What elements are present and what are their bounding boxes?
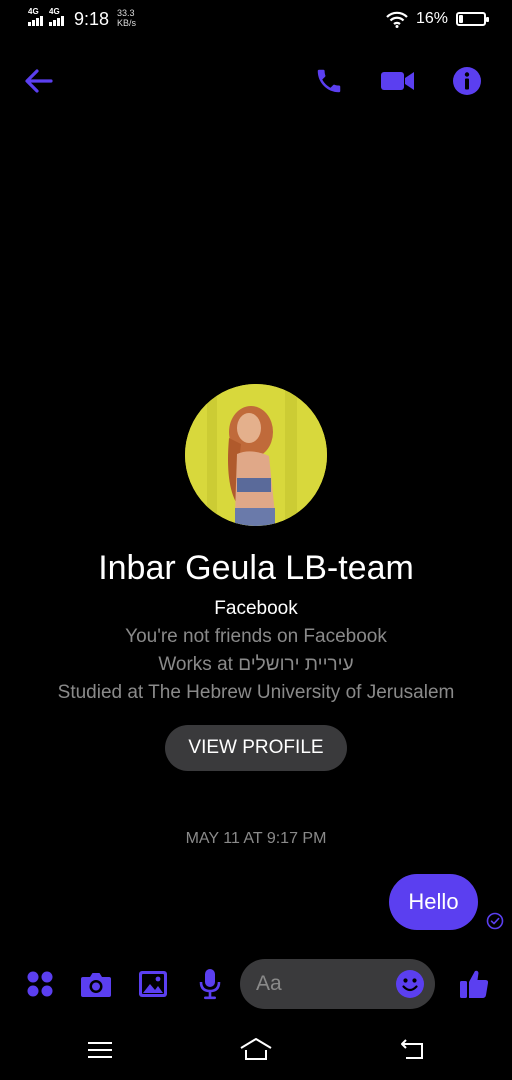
network-speed: 33.3 KB/s (117, 8, 136, 28)
camera-icon (81, 973, 111, 997)
sent-check-icon (486, 912, 504, 930)
battery-fill (459, 15, 463, 23)
friend-status: You're not friends on Facebook (125, 626, 387, 647)
wifi-icon (386, 11, 408, 28)
voice-call-button[interactable] (311, 63, 347, 99)
status-bar: 4G 4G 9:18 33.3 KB/s 16% (0, 0, 512, 40)
signal-bars-icon (28, 16, 43, 26)
status-right: 16% (386, 9, 489, 29)
menu-button[interactable] (80, 1034, 120, 1066)
status-left: 4G 4G 9:18 33.3 KB/s (28, 8, 136, 30)
battery-percent: 16% (415, 10, 448, 27)
network-speed-unit: KB/s (117, 18, 137, 28)
info-button[interactable] (449, 63, 485, 99)
back-arrow-icon (25, 69, 53, 93)
network-type-2: 4G (49, 7, 60, 16)
menu-icon (88, 1042, 112, 1058)
message-bubble-outgoing[interactable]: Hello (389, 874, 478, 930)
messenger-chat-screen: 4G 4G 9:18 33.3 KB/s 16% Inbar Geula LB-… (0, 0, 512, 1080)
like-button[interactable] (457, 967, 491, 1001)
home-icon (240, 1038, 272, 1060)
network-type-1: 4G (28, 7, 39, 16)
chat-header (0, 55, 512, 105)
back-button[interactable] (21, 63, 57, 99)
battery-icon (456, 12, 489, 26)
profile-platform: Facebook (214, 598, 298, 619)
profile-name: Inbar Geula LB-team (98, 549, 414, 587)
signal-2: 4G (49, 8, 64, 26)
clock: 9:18 (74, 9, 110, 29)
more-apps-button[interactable] (23, 967, 57, 1001)
apps-icon (27, 971, 53, 997)
message-composer (0, 955, 512, 1013)
message-input[interactable] (256, 959, 386, 1009)
emoji-icon[interactable] (395, 969, 425, 999)
signal-1: 4G (28, 8, 43, 26)
return-icon (401, 1039, 423, 1059)
gallery-button[interactable] (136, 967, 170, 1001)
system-navigation-bar (0, 1020, 512, 1080)
network-speed-value: 33.3 (117, 8, 135, 18)
microphone-icon (199, 969, 221, 1000)
message-input-container[interactable] (240, 959, 435, 1009)
message-timestamp: MAY 11 AT 9:17 PM (185, 830, 327, 847)
phone-icon (317, 69, 341, 93)
video-call-button[interactable] (380, 63, 416, 99)
camera-button[interactable] (79, 967, 113, 1001)
studied-at: Studied at The Hebrew University of Jeru… (57, 682, 455, 703)
video-camera-icon (381, 72, 414, 90)
view-profile-button[interactable]: VIEW PROFILE (165, 725, 347, 771)
thumbs-up-icon (460, 970, 489, 998)
voice-message-button[interactable] (193, 967, 227, 1001)
gallery-icon (139, 971, 167, 997)
back-nav-button[interactable] (392, 1034, 432, 1066)
avatar-photo (185, 384, 327, 526)
works-at: Works at עיריית ירושלים (158, 654, 354, 675)
home-button[interactable] (236, 1034, 276, 1066)
profile-avatar[interactable] (185, 384, 327, 526)
signal-bars-icon (49, 16, 64, 26)
info-icon (453, 67, 481, 95)
